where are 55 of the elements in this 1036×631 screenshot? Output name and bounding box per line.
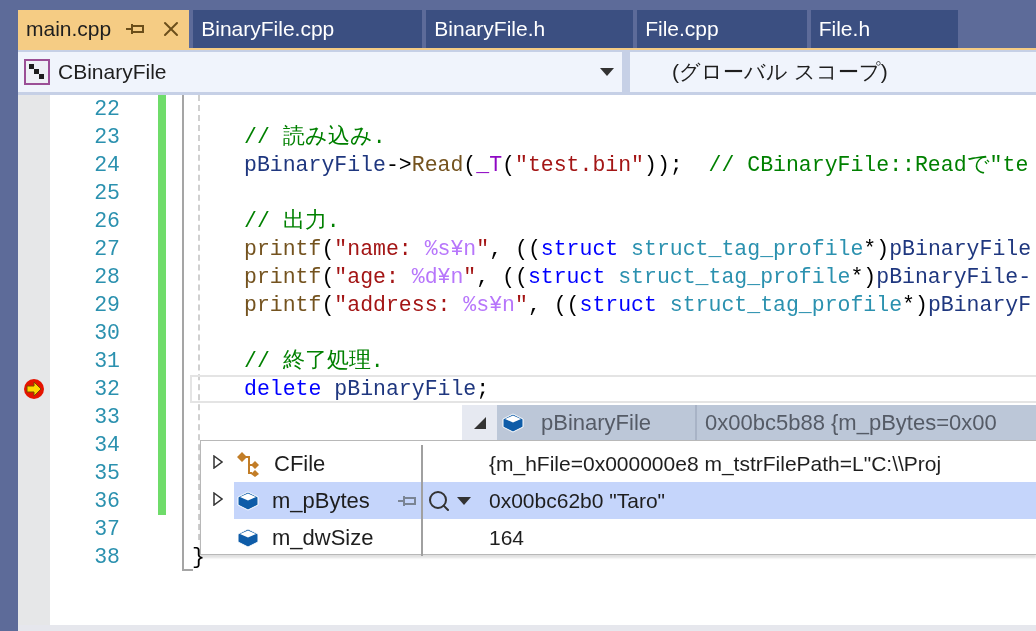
line-number: 36: [94, 488, 120, 515]
file-tab[interactable]: main.cpp: [18, 10, 190, 48]
line-number: 25: [94, 180, 120, 207]
code-line: printf("name: %s¥n", ((struct struct_tag_profile*)pBinaryFile: [244, 236, 1032, 262]
line-number: 23: [94, 124, 120, 151]
selected-row[interactable]: m_pBytes 0x00bc62b0 "Taro": [234, 482, 1036, 519]
line-number: 37: [94, 516, 120, 543]
line-number: 31: [94, 348, 120, 375]
file-tab[interactable]: File.h: [810, 10, 959, 48]
variable-value: 0x00bc5b88 {m_pBytes=0x00: [704, 408, 997, 437]
code-line: printf("age: %d¥n", ((struct struct_tag_profile*)pBinaryFile-: [244, 264, 1032, 290]
line-number: 33: [94, 404, 120, 431]
line-number: 24: [94, 152, 120, 179]
member-scope-dropdown[interactable]: (グローバル スコープ): [630, 52, 1036, 92]
member-name: m_pBytes: [272, 487, 370, 514]
class-hierarchy-icon: [236, 450, 262, 477]
code-line: delete pBinaryFile;: [244, 376, 490, 402]
member-value: {m_hFile=0x000000e8 m_tstrFilePath=L"C:\\Proj: [489, 451, 942, 476]
code-line: // 読み込み.: [244, 124, 386, 150]
file-tab[interactable]: BinaryFile.h: [426, 10, 634, 48]
code-line: // 終了処理.: [244, 348, 384, 374]
code-line: printf("address: %s¥n", ((struct struct_tag_profile*)pBinaryF: [244, 292, 1032, 318]
line-number: 32: [94, 376, 120, 403]
line-number: 38: [94, 544, 120, 571]
pin-icon[interactable]: [125, 22, 146, 36]
line-number: 28: [94, 264, 120, 291]
caret-icon[interactable]: [600, 68, 614, 76]
line-number: 26: [94, 208, 120, 235]
expand-arrow-icon[interactable]: [212, 454, 223, 469]
line-number: 22: [94, 96, 120, 123]
pin-icon[interactable]: [397, 493, 417, 508]
field-icon: [501, 412, 525, 433]
line-number: 30: [94, 320, 120, 347]
caret-icon[interactable]: [457, 496, 471, 505]
field-icon: [236, 527, 260, 548]
file-tab[interactable]: BinaryFile.cpp: [193, 10, 423, 48]
type-scope-dropdown[interactable]: CBinaryFile: [18, 52, 622, 92]
search-icon[interactable]: [427, 488, 451, 513]
line-number: 34: [94, 432, 120, 459]
member-name: CFile: [274, 450, 326, 477]
code-line: }: [192, 544, 205, 570]
member-value: 0x00bc62b0 "Taro": [489, 488, 666, 513]
member-value: 164: [489, 525, 525, 550]
line-number: 29: [94, 292, 120, 319]
line-number: 27: [94, 236, 120, 263]
code-line: pBinaryFile->Read(_T("test.bin")); // CBinaryFile::Readで"te: [244, 152, 1029, 178]
field-icon: [236, 490, 260, 511]
variable-name: pBinaryFile: [541, 409, 652, 436]
expand-arrow-icon[interactable]: [212, 491, 223, 506]
collapse-arrow-icon[interactable]: [472, 415, 487, 430]
member-name: m_dwSize: [272, 524, 374, 551]
line-number: 35: [94, 460, 120, 487]
class-icon: [24, 59, 50, 85]
code-line: // 出力.: [244, 208, 340, 234]
file-tab[interactable]: File.cpp: [637, 10, 807, 48]
